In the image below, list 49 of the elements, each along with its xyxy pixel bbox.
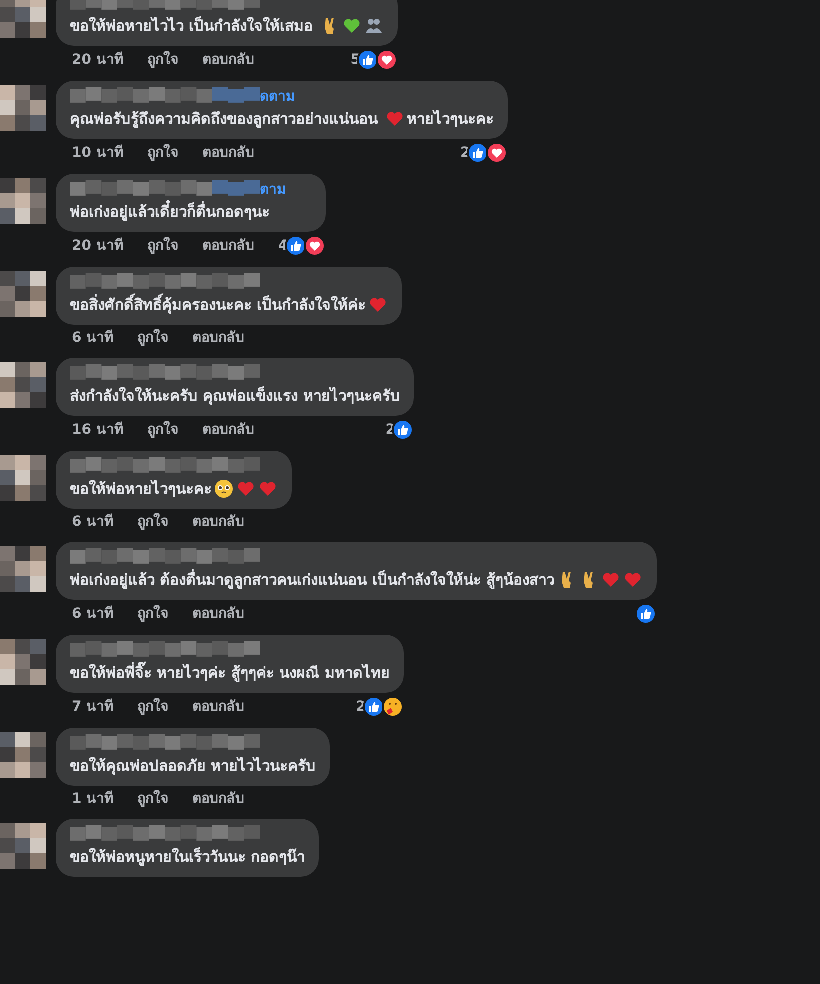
pleading-face-icon — [214, 479, 234, 499]
comment-text: ขอสิ่งศักดิ์สิทธิ์คุ้มครองนะคะ เป็นกำลังใจให้ค่ะ — [70, 293, 366, 317]
comment-text: พ่อเก่งอยู่แล้วเดี๋ยวก็ตื่นกอดๆนะ — [70, 200, 270, 224]
comment-text: ขอให้พ่อพี่จิ๊ะ หายไวๆค่ะ สู้ๆๆค่ะ นงผณี มหาดไทย — [70, 661, 390, 685]
like-link[interactable]: ถูกใจ — [138, 604, 169, 624]
comment-time: 20 นาที — [72, 50, 124, 70]
reply-link[interactable]: ตอบกลับ — [202, 143, 254, 163]
comment-time: 16 นาที — [72, 420, 124, 440]
follow-link[interactable]: ดตาม — [260, 85, 295, 107]
comment-time: 10 นาที — [72, 144, 124, 163]
like-link[interactable]: ถูกใจ — [138, 512, 169, 532]
comment-time: 6 นาที — [72, 604, 114, 624]
heart-icon — [342, 16, 362, 36]
comment-text: ขอให้พ่อหายไวๆนะคะ — [70, 479, 212, 500]
reply-link[interactable]: ตอบกลับ — [202, 50, 254, 70]
comment-time: 20 นาที — [72, 236, 124, 256]
comment-time: 6 นาที — [72, 328, 114, 348]
comment-text: ขอให้คุณพ่อปลอดภัย หายไวไวนะครับ — [70, 756, 316, 778]
like-link[interactable]: ถูกใจ — [138, 789, 169, 809]
comment-time: 1 นาที — [72, 790, 114, 809]
heart-icon — [258, 479, 278, 499]
like-link[interactable]: ถูกใจ — [147, 50, 178, 70]
reply-link[interactable]: ตอบกลับ — [202, 420, 254, 440]
like-link[interactable]: ถูกใจ — [138, 328, 169, 348]
reply-link[interactable]: ตอบกลับ — [192, 328, 245, 348]
comment-text: คุณพ่อรับรู้ถึงความคิดถึงของลูกสาวอย่างแน่นอน — [70, 109, 380, 130]
comment-text: ขอให้พ่อหายไวไว เป็นกำลังใจให้เสมอ — [70, 16, 314, 37]
like-link[interactable]: ถูกใจ — [147, 143, 178, 163]
comment-text: ส่งกำลังใจให้นะครับ คุณพ่อแข็งแรง หายไวๆนะครับ — [70, 386, 400, 408]
comment-text: ขอให้พ่อหนูหายในเร็ววันนะ กอดๆน๊า — [70, 846, 306, 868]
follow-link[interactable]: ตาม — [260, 178, 286, 200]
like-link[interactable]: ถูกใจ — [147, 420, 178, 440]
reply-link[interactable]: ตอบกลับ — [192, 789, 245, 809]
comment-time: 6 นาที — [72, 512, 114, 532]
heart-icon — [622, 570, 643, 590]
people-icon — [364, 16, 384, 36]
comment-time: 7 นาที — [72, 698, 114, 717]
comment-text: หายไวๆนะคะ — [407, 109, 494, 130]
reply-link[interactable]: ตอบกลับ — [192, 512, 245, 532]
like-link[interactable]: ถูกใจ — [138, 697, 169, 717]
reply-link[interactable]: ตอบกลับ — [192, 604, 245, 624]
reply-link[interactable]: ตอบกลับ — [202, 236, 254, 256]
heart-icon — [385, 109, 406, 129]
heart-icon — [236, 479, 256, 499]
heart-icon — [600, 570, 621, 590]
comment-text: พ่อเก่งอยู่แล้ว ต้องตื่นมาดูลูกสาวคนเก่งแน่นอน เป็นกำลังใจให้น่ะ สู้ๆน้องสาว — [70, 568, 555, 592]
like-link[interactable]: ถูกใจ — [147, 236, 178, 256]
reply-link[interactable]: ตอบกลับ — [192, 697, 245, 717]
heart-icon — [368, 295, 388, 315]
